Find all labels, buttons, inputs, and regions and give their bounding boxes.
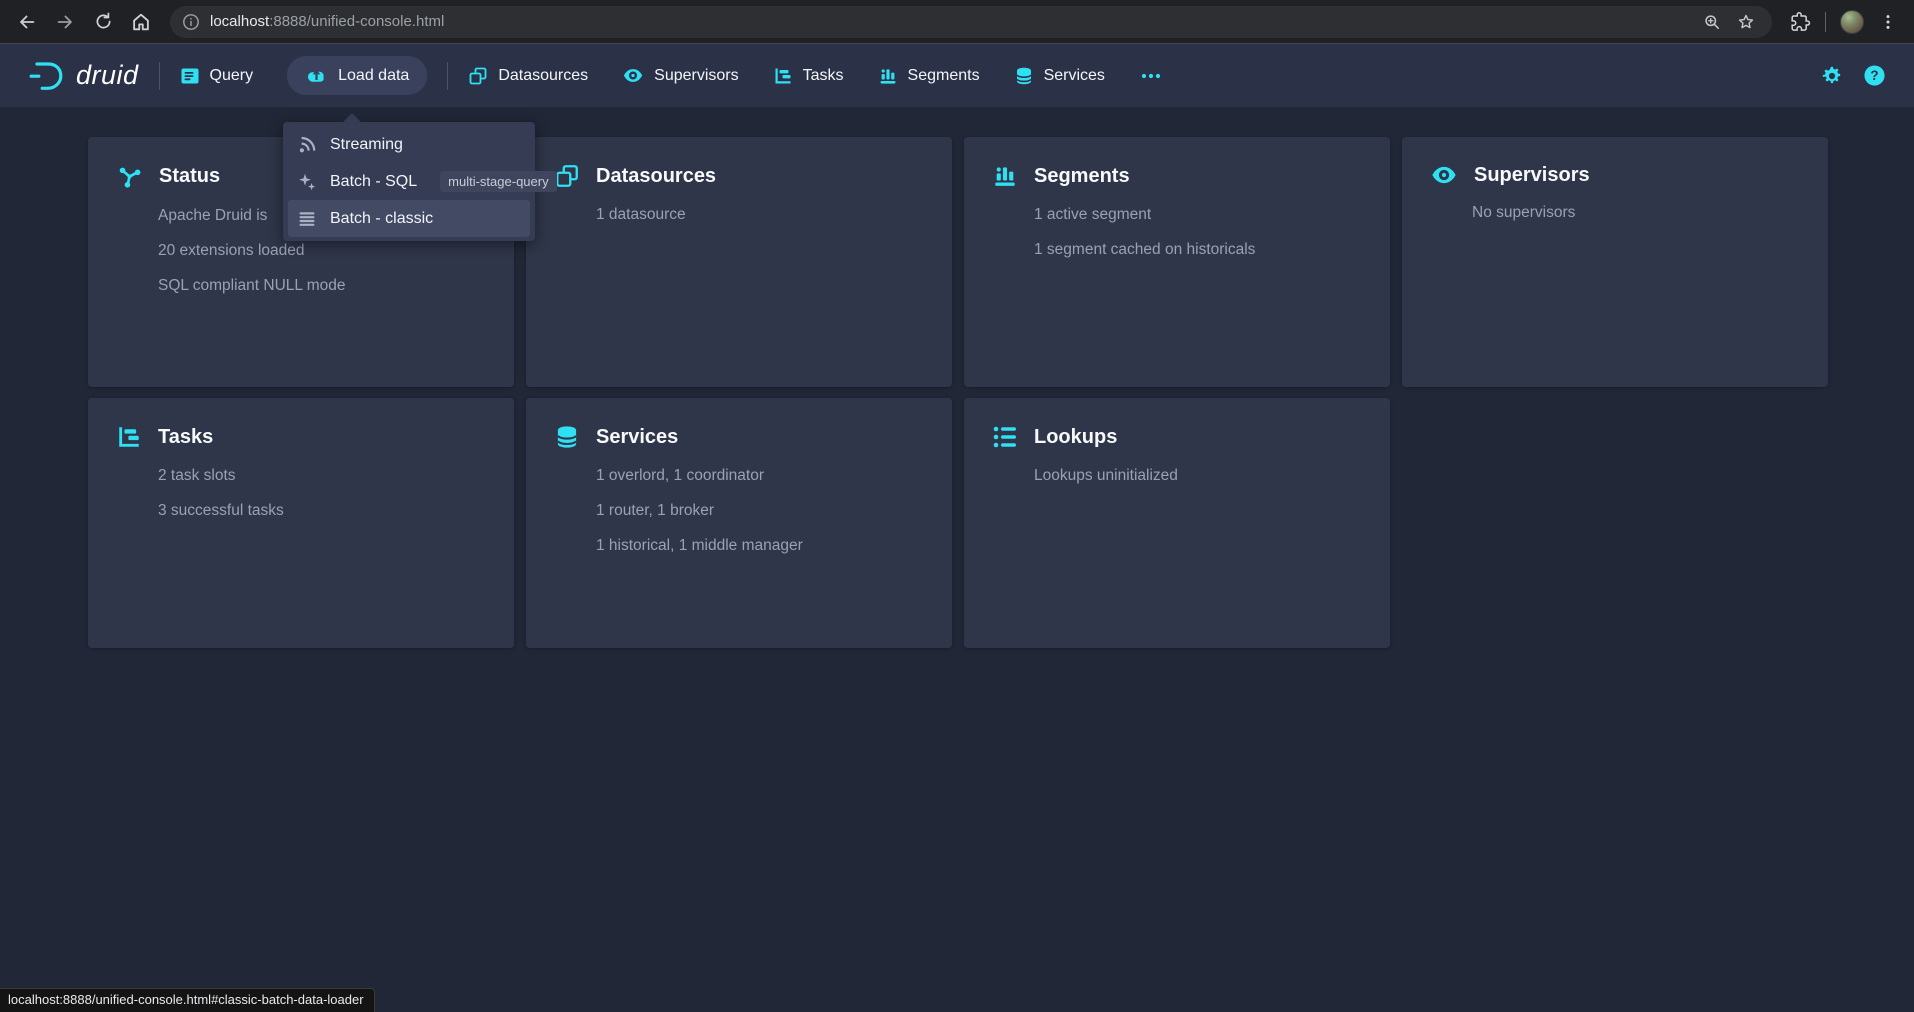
datasources-icon xyxy=(468,66,488,86)
status-line: 1 historical, 1 middle manager xyxy=(596,536,924,555)
forward-arrow-icon xyxy=(54,11,76,33)
status-line: 2 task slots xyxy=(158,466,486,485)
nav-item-load-data[interactable]: Load data xyxy=(287,56,427,95)
forward-button[interactable] xyxy=(48,5,82,39)
nav-more-button[interactable] xyxy=(1139,66,1163,86)
url-host: localhost xyxy=(210,13,269,30)
url-path: :8888/unified-console.html xyxy=(269,13,444,30)
nav-item-label: Datasources xyxy=(498,67,588,85)
nav-item-label: Tasks xyxy=(803,67,844,85)
menu-item-batch-classic[interactable]: Batch - classic xyxy=(288,200,530,237)
card-title: Supervisors xyxy=(1474,164,1590,187)
link-target-statusbar: localhost:8888/unified-console.html#clas… xyxy=(0,988,375,1012)
load-data-menu: Streaming Batch - SQL multi-stage-query … xyxy=(283,122,535,241)
card-title: Lookups xyxy=(1034,426,1117,449)
datasources-icon xyxy=(554,163,580,189)
menu-item-streaming[interactable]: Streaming xyxy=(283,126,535,163)
bulleted-list-icon xyxy=(992,424,1018,450)
reload-button[interactable] xyxy=(86,5,120,39)
nav-item-query[interactable]: Query xyxy=(180,66,254,86)
card-title: Datasources xyxy=(596,165,716,188)
home-icon xyxy=(130,11,152,33)
druid-navbar: druid Query Load data xyxy=(0,44,1914,107)
nav-item-label: Segments xyxy=(908,67,980,85)
status-line: No supervisors xyxy=(1472,203,1800,222)
druid-logo-icon xyxy=(26,56,66,96)
status-line: 1 router, 1 broker xyxy=(596,501,924,520)
home-view: Status Apache Druid is 20 extensions loa… xyxy=(0,107,1914,1012)
menu-item-label: Streaming xyxy=(330,136,403,154)
card-title: Status xyxy=(159,165,220,188)
back-button[interactable] xyxy=(10,5,44,39)
url-bar[interactable]: localhost:8888/unified-console.html xyxy=(170,6,1772,38)
home-button[interactable] xyxy=(124,5,158,39)
status-line: Lookups uninitialized xyxy=(1034,466,1362,485)
settings-gear-icon[interactable] xyxy=(1821,65,1843,87)
nav-item-datasources[interactable]: Datasources xyxy=(468,66,588,86)
status-line: 1 datasource xyxy=(596,205,924,224)
help-icon[interactable]: ? xyxy=(1863,64,1886,87)
more-ellipsis-icon xyxy=(1139,66,1163,86)
menu-item-label: Batch - classic xyxy=(330,210,433,228)
gantt-icon xyxy=(116,424,142,450)
nav-divider xyxy=(447,62,448,90)
menu-item-label: Batch - SQL xyxy=(330,173,417,191)
eye-icon xyxy=(622,66,644,85)
stacked-lines-icon xyxy=(297,209,317,229)
eye-icon xyxy=(1430,163,1458,187)
status-line: 20 extensions loaded xyxy=(158,241,486,260)
card-services[interactable]: Services 1 overlord, 1 coordinator 1 rou… xyxy=(526,398,952,648)
card-tasks[interactable]: Tasks 2 task slots 3 successful tasks xyxy=(88,398,514,648)
nav-item-segments[interactable]: Segments xyxy=(878,66,980,86)
status-line: SQL compliant NULL mode xyxy=(158,276,486,295)
site-info-icon[interactable] xyxy=(182,13,200,31)
database-icon xyxy=(554,424,580,450)
bar-chart-icon xyxy=(992,163,1018,189)
profile-avatar[interactable] xyxy=(1840,10,1864,34)
zoom-icon[interactable] xyxy=(1702,12,1722,32)
nav-item-tasks[interactable]: Tasks xyxy=(773,66,844,86)
browser-menu-icon[interactable] xyxy=(1878,12,1898,32)
menu-item-batch-sql[interactable]: Batch - SQL multi-stage-query xyxy=(283,163,535,200)
help-glyph: ? xyxy=(1870,68,1878,83)
bar-chart-icon xyxy=(878,66,898,86)
network-status-icon xyxy=(116,163,143,190)
gantt-icon xyxy=(773,66,793,86)
url-text: localhost:8888/unified-console.html xyxy=(210,13,1702,30)
chrome-divider xyxy=(1825,12,1826,32)
nav-item-supervisors[interactable]: Supervisors xyxy=(622,66,738,85)
back-arrow-icon xyxy=(16,11,38,33)
card-supervisors[interactable]: Supervisors No supervisors xyxy=(1402,137,1828,387)
nav-item-label: Services xyxy=(1044,67,1105,85)
card-title: Tasks xyxy=(158,426,213,449)
card-lookups[interactable]: Lookups Lookups uninitialized xyxy=(964,398,1390,648)
database-icon xyxy=(1014,66,1034,86)
nav-divider xyxy=(159,62,160,90)
sparkles-icon xyxy=(297,172,317,192)
card-title: Services xyxy=(596,426,678,449)
status-line: 3 successful tasks xyxy=(158,501,486,520)
druid-brand[interactable]: druid xyxy=(26,56,139,96)
nav-item-services[interactable]: Services xyxy=(1014,66,1105,86)
cloud-upload-icon xyxy=(305,65,328,86)
status-line: 1 active segment xyxy=(1034,205,1362,224)
status-line: 1 overlord, 1 coordinator xyxy=(596,466,924,485)
query-console-icon xyxy=(180,66,200,86)
status-line: 1 segment cached on historicals xyxy=(1034,240,1362,259)
card-title: Segments xyxy=(1034,165,1130,188)
nav-item-label: Load data xyxy=(338,67,409,85)
nav-item-label: Supervisors xyxy=(654,67,738,85)
browser-chrome: localhost:8888/unified-console.html xyxy=(0,0,1914,44)
nav-item-label: Query xyxy=(210,67,254,85)
extensions-icon[interactable] xyxy=(1790,11,1811,32)
reload-icon xyxy=(93,11,114,32)
card-segments[interactable]: Segments 1 active segment 1 segment cach… xyxy=(964,137,1390,387)
card-datasources[interactable]: Datasources 1 datasource xyxy=(526,137,952,387)
multi-stage-query-tag: multi-stage-query xyxy=(440,171,556,192)
brand-name: druid xyxy=(76,60,139,91)
rss-icon xyxy=(297,135,317,155)
bookmark-star-icon[interactable] xyxy=(1736,12,1756,32)
